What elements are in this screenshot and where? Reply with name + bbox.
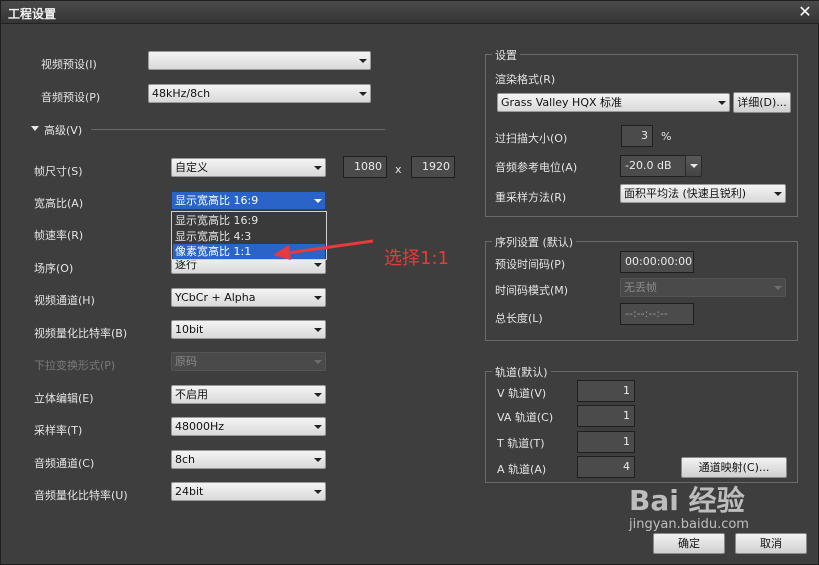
collapse-triangle-icon[interactable] <box>31 126 39 131</box>
close-icon[interactable]: ✕ <box>796 3 814 21</box>
watermark-logo-text: Bai 经验 <box>629 484 745 517</box>
video-quant-label: 视频量化比特率(B) <box>34 327 128 340</box>
chevron-down-icon <box>314 328 322 332</box>
video-preset-select[interactable] <box>148 51 371 70</box>
audio-channel-value: 8ch <box>175 453 196 466</box>
chevron-down-icon <box>314 296 322 300</box>
video-channel-select[interactable]: YCbCr + Alpha <box>171 288 326 307</box>
timecode-mode-label: 时间码模式(M) <box>495 284 569 297</box>
audio-channel-select[interactable]: 8ch <box>171 450 326 469</box>
chevron-down-icon <box>314 425 322 429</box>
audio-ref-dropdown-button[interactable] <box>685 155 702 177</box>
va-track-input[interactable]: 1 <box>577 405 635 427</box>
title-bar: 工程设置 ✕ <box>1 1 819 24</box>
a-track-input[interactable]: 4 <box>577 456 635 478</box>
audio-channel-label: 音频通道(C) <box>34 457 95 470</box>
chevron-down-icon <box>718 101 726 105</box>
va-track-label: VA 轨道(C) <box>497 411 554 424</box>
audio-preset-select[interactable]: 48kHz/8ch <box>148 84 371 103</box>
stereo-edit-label: 立体编辑(E) <box>34 392 94 405</box>
chevron-down-icon <box>359 59 367 63</box>
chevron-down-icon <box>314 263 322 267</box>
sample-rate-select[interactable]: 48000Hz <box>171 417 326 436</box>
stereo-edit-value: 不启用 <box>175 388 208 401</box>
frame-rate-label: 帧速率(R) <box>34 229 84 242</box>
video-channel-value: YCbCr + Alpha <box>175 291 256 304</box>
pulldown-select: 原码 <box>171 352 326 371</box>
preset-timecode-input[interactable]: 00:00:00:00 <box>620 251 694 273</box>
chevron-down-icon <box>314 393 322 397</box>
video-quant-select[interactable]: 10bit <box>171 320 326 339</box>
audio-preset-label: 音频预设(P) <box>41 91 101 104</box>
watermark-url: jingyan.baidu.com <box>629 517 749 532</box>
render-format-value: Grass Valley HQX 标准 <box>501 96 623 109</box>
frame-size-label: 帧尺寸(S) <box>34 165 83 178</box>
a-track-label: A 轨道(A) <box>497 463 547 476</box>
chevron-down-icon <box>314 199 322 203</box>
v-track-input[interactable]: 1 <box>577 380 635 402</box>
pulldown-label: 下拉变换形式(P) <box>34 359 116 372</box>
total-length-field: --:--:--:-- <box>620 303 694 325</box>
aspect-ratio-select[interactable]: 显示宽高比 16:9 <box>171 191 326 210</box>
dialog-title: 工程设置 <box>8 7 57 21</box>
timecode-mode-select: 无丢帧 <box>620 278 786 297</box>
dropdown-item-display-16-9[interactable]: 显示宽高比 16:9 <box>173 213 325 228</box>
aspect-ratio-label: 宽高比(A) <box>34 197 84 210</box>
chevron-down-icon <box>690 164 698 168</box>
aspect-ratio-value: 显示宽高比 16:9 <box>175 194 259 207</box>
stereo-edit-select[interactable]: 不启用 <box>171 385 326 404</box>
annotation-text: 选择1:1 <box>384 248 449 269</box>
render-format-select[interactable]: Grass Valley HQX 标准 <box>497 93 730 112</box>
chevron-down-icon <box>314 360 322 364</box>
frame-size-x-label: x <box>395 163 402 176</box>
overscan-input[interactable]: 3 <box>621 125 653 147</box>
cancel-button[interactable]: 取消 <box>735 533 807 554</box>
render-format-label: 渲染格式(R) <box>495 73 556 86</box>
tracks-group-title: 轨道(默认) <box>492 364 551 380</box>
overscan-unit: % <box>661 130 672 143</box>
t-track-input[interactable]: 1 <box>577 431 635 453</box>
chevron-down-icon <box>314 490 322 494</box>
frame-width-input[interactable]: 1080 <box>343 156 387 178</box>
sample-rate-label: 采样率(T) <box>34 424 83 437</box>
t-track-label: T 轨道(T) <box>497 437 545 450</box>
frame-size-value: 自定义 <box>175 161 208 174</box>
chevron-down-icon <box>359 92 367 96</box>
frame-size-select[interactable]: 自定义 <box>171 158 326 177</box>
advanced-divider <box>91 129 385 130</box>
audio-ref-label: 音频参考电位(A) <box>495 161 578 174</box>
channel-mapping-button[interactable]: 通道映射(C)... <box>681 457 787 478</box>
v-track-label: V 轨道(V) <box>497 387 547 400</box>
sample-rate-value: 48000Hz <box>175 420 225 433</box>
resample-select[interactable]: 面积平均法 (快速且锐利) <box>620 184 786 203</box>
pulldown-value: 原码 <box>175 355 197 368</box>
video-preset-label: 视频预设(I) <box>41 58 97 71</box>
audio-quant-select[interactable]: 24bit <box>171 482 326 501</box>
frame-height-input[interactable]: 1920 <box>411 156 455 178</box>
annotation-arrow-icon <box>273 239 374 260</box>
audio-preset-value: 48kHz/8ch <box>152 87 211 100</box>
chevron-down-icon <box>774 286 782 290</box>
chevron-down-icon <box>314 458 322 462</box>
resample-value: 面积平均法 (快速且锐利) <box>624 187 747 200</box>
timecode-mode-value: 无丢帧 <box>624 281 657 294</box>
total-length-label: 总长度(L) <box>495 312 543 325</box>
field-order-label: 场序(O) <box>34 262 74 275</box>
settings-group-title: 设置 <box>492 47 520 63</box>
advanced-section-label[interactable]: 高级(V) <box>44 122 82 138</box>
audio-quant-value: 24bit <box>175 485 204 498</box>
chevron-down-icon <box>774 192 782 196</box>
audio-ref-input[interactable]: -20.0 dB <box>620 155 687 177</box>
ok-button[interactable]: 确定 <box>653 533 725 554</box>
video-channel-label: 视频通道(H) <box>34 294 95 307</box>
preset-timecode-label: 预设时间码(P) <box>495 258 566 271</box>
project-settings-dialog: 工程设置 ✕ 视频预设(I) 音频预设(P) 48kHz/8ch 高级(V) 帧… <box>0 0 819 565</box>
overscan-label: 过扫描大小(O) <box>495 132 568 145</box>
sequence-group-title: 序列设置 (默认) <box>492 234 577 250</box>
video-quant-value: 10bit <box>175 323 204 336</box>
audio-quant-label: 音频量化比特率(U) <box>34 489 128 502</box>
chevron-down-icon <box>314 166 322 170</box>
resample-label: 重采样方法(R) <box>495 191 567 204</box>
details-button[interactable]: 详细(D)... <box>733 92 791 113</box>
